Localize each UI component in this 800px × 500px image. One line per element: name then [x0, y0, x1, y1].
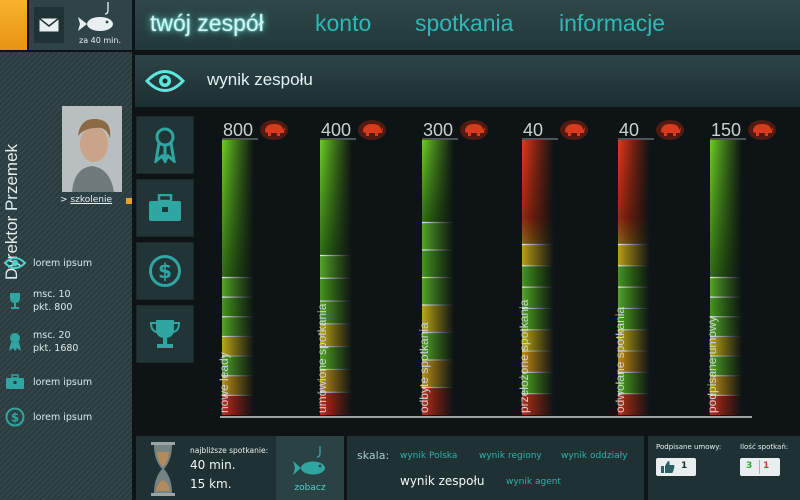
- svg-text:$: $: [11, 411, 19, 425]
- scale-option-zespolu[interactable]: wynik zespołu: [400, 474, 485, 488]
- scale-label: skala:: [357, 449, 390, 462]
- bar-value-label: 40: [523, 120, 543, 140]
- mail-button[interactable]: [34, 7, 64, 43]
- team-results-chart: 800 nowe leady 400 umówione spotkania 300 odb…: [217, 120, 776, 418]
- tab-konto[interactable]: konto: [315, 10, 371, 37]
- sidebar-item-place: msc. 10: [33, 289, 71, 300]
- szkolenie-link[interactable]: szkolenie: [70, 195, 112, 205]
- bar-category-label: przełożone spotkania: [517, 299, 531, 413]
- next-meeting-distance: 15 km.: [190, 477, 232, 491]
- meetings-divider: [759, 460, 760, 474]
- bar-category-label: odwołane spotkania: [613, 307, 627, 413]
- sidebar-item-ribbon-ranking[interactable]: msc. 20 pkt. 1680: [4, 325, 130, 359]
- bar-category-label: podpisane umowy: [705, 316, 719, 413]
- trophy-icon: [149, 320, 181, 348]
- mail-icon: [39, 18, 59, 32]
- ribbon-icon: [4, 331, 26, 353]
- briefcase-icon: [4, 371, 26, 393]
- eye-icon: [143, 62, 187, 100]
- see-button[interactable]: zobacz: [276, 436, 344, 500]
- sidebar-item-briefcase[interactable]: lorem ipsum: [4, 367, 130, 397]
- category-ribbon-button[interactable]: [136, 116, 194, 174]
- bar-value-label: 400: [321, 120, 351, 140]
- category-trophy-button[interactable]: [136, 305, 194, 363]
- sidebar: Dyrektor Przemek > szkolenie lorem ipsum…: [0, 52, 132, 500]
- see-button-label: zobacz: [294, 483, 326, 493]
- hourglass-icon: [151, 442, 175, 496]
- dollar-icon: $: [149, 255, 181, 287]
- next-meeting-time: 40 min.: [190, 458, 236, 472]
- profile-photo: [62, 106, 122, 192]
- meetings-done-count: 3: [746, 461, 753, 471]
- tab-twoj-zespol[interactable]: twój zespół: [150, 10, 264, 37]
- bar-category-label: umówione spotkania: [315, 303, 329, 413]
- bar-value-label: 300: [423, 120, 453, 140]
- svg-text:$: $: [158, 259, 172, 283]
- trophy-icon: [4, 290, 26, 312]
- fish-on-hook-icon: [78, 2, 113, 31]
- signed-contracts-label: Podpisane umowy:: [656, 443, 722, 451]
- scale-option-polska[interactable]: wynik Polska: [400, 451, 457, 461]
- avatar[interactable]: [62, 106, 122, 192]
- fish-reminder-label: za 40 min.: [79, 36, 121, 45]
- next-meeting-caption: najbliższe spotkanie:: [190, 446, 269, 455]
- meetings-missed-count: 1: [763, 461, 770, 471]
- bar-category-label: nowe leady: [217, 352, 231, 413]
- sidebar-item-overview[interactable]: lorem ipsum: [4, 248, 130, 278]
- thumbs-up-icon: [661, 461, 675, 473]
- tab-spotkania[interactable]: spotkania: [415, 10, 513, 37]
- sidebar-item-label: lorem ipsum: [33, 257, 93, 269]
- dollar-icon: $: [4, 406, 26, 428]
- orange-tab[interactable]: [0, 0, 27, 50]
- scale-option-agent[interactable]: wynik agent: [506, 477, 561, 487]
- bar-value-label: 40: [619, 120, 639, 140]
- bar-value-label: 800: [223, 120, 253, 140]
- fish-on-hook-icon: [293, 446, 325, 475]
- section-header: wynik zespołu: [135, 55, 800, 107]
- tab-informacje[interactable]: informacje: [559, 10, 665, 37]
- szkolenie-arrow: >: [60, 195, 68, 205]
- meetings-count-label: Ilość spotkań:: [740, 443, 789, 451]
- scale-option-regiony[interactable]: wynik regiony: [479, 451, 542, 461]
- next-meeting-panel: najbliższe spotkanie: 40 min. 15 km. zob…: [136, 436, 344, 500]
- counters-panel: Podpisane umowy: Ilość spotkań: 1 3 1: [648, 436, 800, 500]
- briefcase-icon: [149, 194, 181, 221]
- sidebar-item-label: lorem ipsum: [33, 411, 93, 423]
- sidebar-item-dollar[interactable]: $ lorem ipsum: [4, 402, 130, 432]
- bar-category-label: odbyte spotkania: [417, 322, 431, 413]
- sidebar-item-points: pkt. 800: [33, 302, 73, 313]
- eye-icon: [4, 252, 26, 274]
- top-navigation: twój zespół konto spotkania informacje: [135, 0, 800, 50]
- scale-option-oddzialy[interactable]: wynik oddziały: [561, 451, 628, 461]
- signed-contracts-counter: 1: [656, 458, 696, 476]
- signed-contracts-count: 1: [681, 461, 688, 471]
- meetings-counter: 3 1: [740, 458, 780, 476]
- sidebar-item-points: pkt. 1680: [33, 343, 79, 354]
- szkolenie-link-row[interactable]: > szkolenie: [60, 195, 112, 205]
- sidebar-item-label: lorem ipsum: [33, 376, 93, 388]
- section-title: wynik zespołu: [207, 70, 313, 89]
- scale-panel: skala: wynik Polska wynik regiony wynik …: [347, 436, 644, 500]
- ribbon-icon: [154, 127, 176, 163]
- fish-reminder[interactable]: za 40 min.: [70, 2, 130, 48]
- sidebar-item-place: msc. 20: [33, 330, 71, 341]
- sidebar-item-trophy-ranking[interactable]: msc. 10 pkt. 800: [4, 284, 130, 318]
- notification-dot: [126, 198, 132, 204]
- category-briefcase-button[interactable]: [136, 179, 194, 237]
- bar-value-label: 150: [711, 120, 741, 140]
- category-dollar-button[interactable]: $: [136, 242, 194, 300]
